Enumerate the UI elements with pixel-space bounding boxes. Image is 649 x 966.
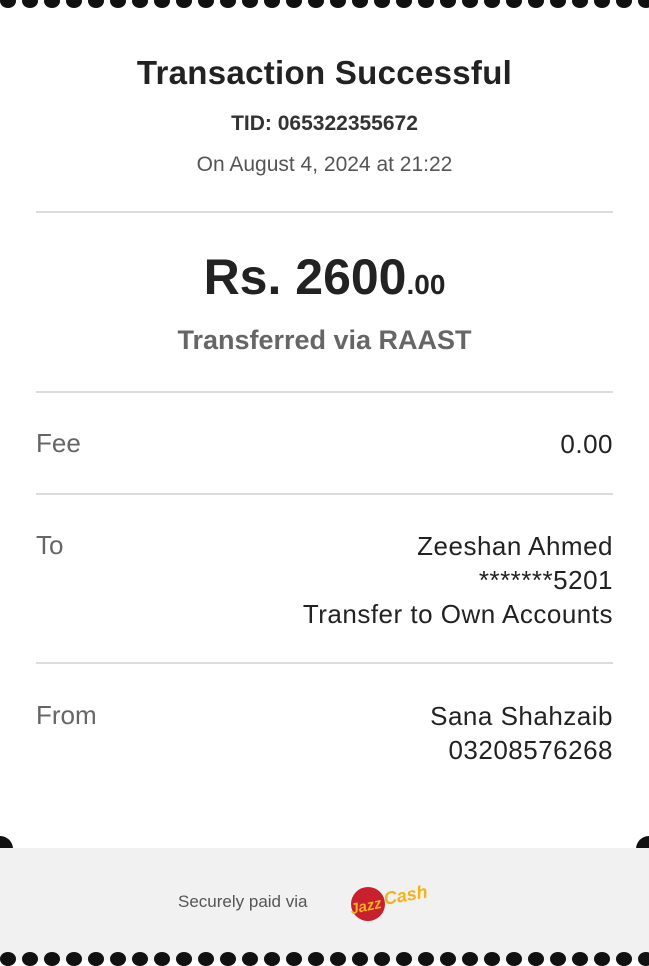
divider: [36, 391, 613, 393]
scallop-dot: [572, 952, 588, 966]
scallop-dot: [220, 952, 236, 966]
amount-main: Rs. 2600: [203, 249, 407, 305]
scallop-dot: [396, 952, 412, 966]
recipient-account: *******5201: [478, 565, 613, 595]
divider: [36, 493, 613, 495]
divider: [36, 662, 613, 664]
scallop-dot: [44, 952, 60, 966]
scallop-dot: [88, 952, 104, 966]
scallop-dot: [418, 952, 434, 966]
sender-name: Sana Shahzaib: [430, 701, 613, 731]
scallop-dot: [66, 952, 82, 966]
scallop-dot: [550, 952, 566, 966]
svg-text:Cash: Cash: [382, 881, 429, 908]
scallop-dot: [22, 952, 38, 966]
scallop-dot: [176, 952, 192, 966]
to-label: To: [36, 530, 64, 560]
scallop-dot: [462, 952, 478, 966]
scallop-dot: [352, 952, 368, 966]
footer: Securely paid via Jazz Cash: [0, 848, 649, 960]
scallop-dot: [264, 952, 280, 966]
sender-account: 03208576268: [448, 735, 613, 765]
scallop-dot: [638, 952, 649, 966]
fee-label: Fee: [36, 428, 81, 458]
scallop-dot: [440, 952, 456, 966]
scallop-dot: [242, 952, 258, 966]
scallop-dot: [198, 952, 214, 966]
from-label: From: [36, 700, 97, 730]
footer-text: Securely paid via: [178, 892, 308, 911]
recipient-name: Zeeshan Ahmed: [417, 531, 613, 561]
scallop-dot: [594, 952, 610, 966]
to-details: Zeeshan Ahmed *******5201 Transfer to Ow…: [303, 529, 613, 631]
scallop-dot: [154, 952, 170, 966]
jazzcash-logo: Jazz Cash: [349, 881, 429, 921]
fee-value: 0.00: [560, 429, 613, 459]
scallop-dot: [330, 952, 346, 966]
amount-decimal: .00: [406, 269, 446, 300]
scallop-dot: [484, 952, 500, 966]
scallop-dot: [110, 952, 126, 966]
transaction-date: On August 4, 2024 at 21:22: [196, 153, 453, 176]
transaction-id: TID: 065322355672: [231, 112, 418, 135]
scallop-dot: [616, 952, 632, 966]
receipt-card: Transaction Successful TID: 065322355672…: [0, 0, 649, 848]
scallop-dot: [308, 952, 324, 966]
scallop-dot: [374, 952, 390, 966]
scallop-dot: [506, 952, 522, 966]
divider: [36, 211, 613, 213]
scallop-dot: [528, 952, 544, 966]
scallop-dot: [286, 952, 302, 966]
transfer-method: Transferred via RAAST: [177, 325, 472, 355]
from-details: Sana Shahzaib 03208576268: [430, 699, 613, 767]
page-title: Transaction Successful: [136, 54, 513, 91]
scallop-dot: [0, 952, 16, 966]
scallop-dot: [132, 952, 148, 966]
bottom-scallop-edge: [0, 952, 649, 966]
amount: Rs. 2600.00: [0, 248, 649, 306]
transfer-note: Transfer to Own Accounts: [302, 599, 613, 629]
